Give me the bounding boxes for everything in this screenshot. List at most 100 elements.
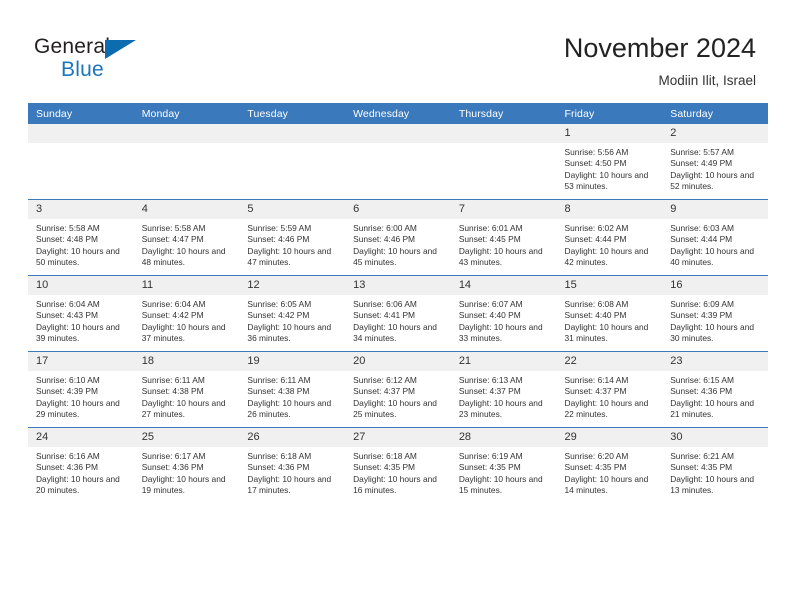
- day-number: [28, 124, 134, 143]
- daylight-text: Daylight: 10 hours and 27 minutes.: [141, 397, 226, 420]
- daylight-text: Daylight: 10 hours and 53 minutes.: [564, 169, 649, 192]
- day-cell[interactable]: 9 Sunrise: 6:03 AM Sunset: 4:44 PM Dayli…: [662, 199, 768, 276]
- day-cell[interactable]: 8 Sunrise: 6:02 AM Sunset: 4:44 PM Dayli…: [556, 199, 663, 276]
- sunset-text: Sunset: 4:42 PM: [141, 310, 204, 321]
- day-number: 3: [28, 200, 134, 219]
- day-cell[interactable]: 25 Sunrise: 6:17 AM Sunset: 4:36 PM Dayl…: [133, 427, 240, 503]
- day-cell[interactable]: 18 Sunrise: 6:11 AM Sunset: 4:38 PM Dayl…: [133, 351, 240, 428]
- daylight-text: Daylight: 10 hours and 34 minutes.: [353, 321, 437, 344]
- sunrise-text: Sunrise: 6:03 AM: [670, 223, 734, 233]
- day-number: 15: [556, 276, 663, 295]
- day-cell[interactable]: [450, 124, 557, 200]
- day-number: 1: [556, 124, 663, 143]
- day-cell[interactable]: 19 Sunrise: 6:11 AM Sunset: 4:38 PM Dayl…: [239, 351, 346, 428]
- general-blue-logo[interactable]: General Blue: [34, 36, 144, 86]
- day-cell[interactable]: [345, 124, 451, 200]
- day-number: 27: [345, 428, 451, 447]
- weekday-header-thursday: Thursday: [450, 103, 557, 124]
- sunset-text: Sunset: 4:49 PM: [670, 158, 733, 169]
- sunrise-text: Sunrise: 6:16 AM: [36, 451, 100, 461]
- day-details: Sunrise: 6:05 AM Sunset: 4:42 PM Dayligh…: [239, 295, 345, 345]
- day-details: Sunrise: 6:06 AM Sunset: 4:41 PM Dayligh…: [345, 295, 451, 345]
- day-number: 17: [28, 352, 134, 371]
- sunset-text: Sunset: 4:39 PM: [36, 386, 98, 397]
- day-number: 4: [133, 200, 240, 219]
- day-cell[interactable]: 24 Sunrise: 6:16 AM Sunset: 4:36 PM Dayl…: [28, 427, 134, 503]
- day-cell[interactable]: 1 Sunrise: 5:56 AM Sunset: 4:50 PM Dayli…: [556, 124, 663, 200]
- day-cell[interactable]: [133, 124, 240, 200]
- day-cell[interactable]: 3 Sunrise: 5:58 AM Sunset: 4:48 PM Dayli…: [28, 199, 134, 276]
- sunset-text: Sunset: 4:44 PM: [670, 234, 733, 245]
- sunset-text: Sunset: 4:37 PM: [353, 386, 416, 397]
- day-number: [239, 124, 346, 143]
- day-cell[interactable]: 12 Sunrise: 6:05 AM Sunset: 4:42 PM Dayl…: [239, 275, 346, 352]
- day-details: Sunrise: 6:16 AM Sunset: 4:36 PM Dayligh…: [28, 447, 134, 497]
- day-number: 13: [345, 276, 451, 295]
- day-number: [133, 124, 240, 143]
- day-cell[interactable]: 22 Sunrise: 6:14 AM Sunset: 4:37 PM Dayl…: [556, 351, 663, 428]
- day-number: 10: [28, 276, 134, 295]
- day-cell[interactable]: 15 Sunrise: 6:08 AM Sunset: 4:40 PM Dayl…: [556, 275, 663, 352]
- day-cell[interactable]: [28, 124, 134, 200]
- day-details: Sunrise: 5:58 AM Sunset: 4:48 PM Dayligh…: [28, 219, 134, 269]
- daylight-text: Daylight: 10 hours and 21 minutes.: [670, 397, 755, 420]
- sunrise-text: Sunrise: 6:12 AM: [353, 375, 417, 385]
- day-cell[interactable]: 2 Sunrise: 5:57 AM Sunset: 4:49 PM Dayli…: [662, 124, 768, 200]
- day-details: Sunrise: 6:21 AM Sunset: 4:35 PM Dayligh…: [662, 447, 768, 497]
- page-header: General Blue November 2024 Modiin Ilit, …: [0, 0, 792, 100]
- daylight-text: Daylight: 10 hours and 17 minutes.: [247, 473, 332, 496]
- day-details: Sunrise: 6:04 AM Sunset: 4:42 PM Dayligh…: [134, 295, 240, 345]
- day-cell[interactable]: 30 Sunrise: 6:21 AM Sunset: 4:35 PM Dayl…: [662, 427, 768, 503]
- day-cell[interactable]: 10 Sunrise: 6:04 AM Sunset: 4:43 PM Dayl…: [28, 275, 134, 352]
- day-cell[interactable]: 27 Sunrise: 6:18 AM Sunset: 4:35 PM Dayl…: [345, 427, 451, 503]
- daylight-text: Daylight: 10 hours and 26 minutes.: [247, 397, 332, 420]
- day-details: Sunrise: 6:03 AM Sunset: 4:44 PM Dayligh…: [662, 219, 768, 269]
- sunrise-text: Sunrise: 6:18 AM: [247, 451, 312, 461]
- day-details: Sunrise: 6:09 AM Sunset: 4:39 PM Dayligh…: [662, 295, 768, 345]
- calendar-header-row: Sunday Monday Tuesday Wednesday Thursday…: [28, 103, 768, 124]
- sunset-text: Sunset: 4:43 PM: [36, 310, 98, 321]
- day-cell[interactable]: 11 Sunrise: 6:04 AM Sunset: 4:42 PM Dayl…: [133, 275, 240, 352]
- daylight-text: Daylight: 10 hours and 29 minutes.: [36, 397, 120, 420]
- weekday-header-wednesday: Wednesday: [345, 103, 451, 124]
- logo-text-general: General: [34, 35, 111, 58]
- daylight-text: Daylight: 10 hours and 25 minutes.: [353, 397, 437, 420]
- day-number: 12: [239, 276, 346, 295]
- day-cell[interactable]: 4 Sunrise: 5:58 AM Sunset: 4:47 PM Dayli…: [133, 199, 240, 276]
- sunrise-text: Sunrise: 5:56 AM: [564, 147, 629, 157]
- daylight-text: Daylight: 10 hours and 36 minutes.: [247, 321, 332, 344]
- day-cell[interactable]: 23 Sunrise: 6:15 AM Sunset: 4:36 PM Dayl…: [662, 351, 768, 428]
- day-details: Sunrise: 6:11 AM Sunset: 4:38 PM Dayligh…: [239, 371, 345, 421]
- day-details: Sunrise: 6:04 AM Sunset: 4:43 PM Dayligh…: [28, 295, 134, 345]
- day-cell[interactable]: 7 Sunrise: 6:01 AM Sunset: 4:45 PM Dayli…: [450, 199, 557, 276]
- sunset-text: Sunset: 4:35 PM: [353, 462, 416, 473]
- daylight-text: Daylight: 10 hours and 48 minutes.: [141, 245, 226, 268]
- day-cell[interactable]: [239, 124, 346, 200]
- weekday-header-tuesday: Tuesday: [239, 103, 346, 124]
- day-cell[interactable]: 5 Sunrise: 5:59 AM Sunset: 4:46 PM Dayli…: [239, 199, 346, 276]
- day-cell[interactable]: 6 Sunrise: 6:00 AM Sunset: 4:46 PM Dayli…: [345, 199, 451, 276]
- day-cell[interactable]: 16 Sunrise: 6:09 AM Sunset: 4:39 PM Dayl…: [662, 275, 768, 352]
- day-number: 5: [239, 200, 346, 219]
- day-cell[interactable]: 21 Sunrise: 6:13 AM Sunset: 4:37 PM Dayl…: [450, 351, 557, 428]
- daylight-text: Daylight: 10 hours and 23 minutes.: [458, 397, 543, 420]
- day-cell[interactable]: 17 Sunrise: 6:10 AM Sunset: 4:39 PM Dayl…: [28, 351, 134, 428]
- calendar-week-row: 3 Sunrise: 5:58 AM Sunset: 4:48 PM Dayli…: [28, 199, 768, 276]
- sunrise-text: Sunrise: 6:20 AM: [564, 451, 629, 461]
- day-cell[interactable]: 26 Sunrise: 6:18 AM Sunset: 4:36 PM Dayl…: [239, 427, 346, 503]
- day-cell[interactable]: 28 Sunrise: 6:19 AM Sunset: 4:35 PM Dayl…: [450, 427, 557, 503]
- sunset-text: Sunset: 4:35 PM: [670, 462, 733, 473]
- sunrise-text: Sunrise: 6:04 AM: [36, 299, 100, 309]
- day-cell[interactable]: 13 Sunrise: 6:06 AM Sunset: 4:41 PM Dayl…: [345, 275, 451, 352]
- sunrise-text: Sunrise: 6:17 AM: [141, 451, 206, 461]
- logo-triangle-icon: [105, 40, 136, 59]
- sunrise-text: Sunrise: 6:15 AM: [670, 375, 734, 385]
- day-cell[interactable]: 29 Sunrise: 6:20 AM Sunset: 4:35 PM Dayl…: [556, 427, 663, 503]
- sunset-text: Sunset: 4:35 PM: [458, 462, 521, 473]
- calendar-week-row: 1 Sunrise: 5:56 AM Sunset: 4:50 PM Dayli…: [28, 124, 768, 200]
- day-details: Sunrise: 6:18 AM Sunset: 4:35 PM Dayligh…: [345, 447, 451, 497]
- sunrise-text: Sunrise: 6:06 AM: [353, 299, 417, 309]
- daylight-text: Daylight: 10 hours and 19 minutes.: [141, 473, 226, 496]
- day-cell[interactable]: 14 Sunrise: 6:07 AM Sunset: 4:40 PM Dayl…: [450, 275, 557, 352]
- day-cell[interactable]: 20 Sunrise: 6:12 AM Sunset: 4:37 PM Dayl…: [345, 351, 451, 428]
